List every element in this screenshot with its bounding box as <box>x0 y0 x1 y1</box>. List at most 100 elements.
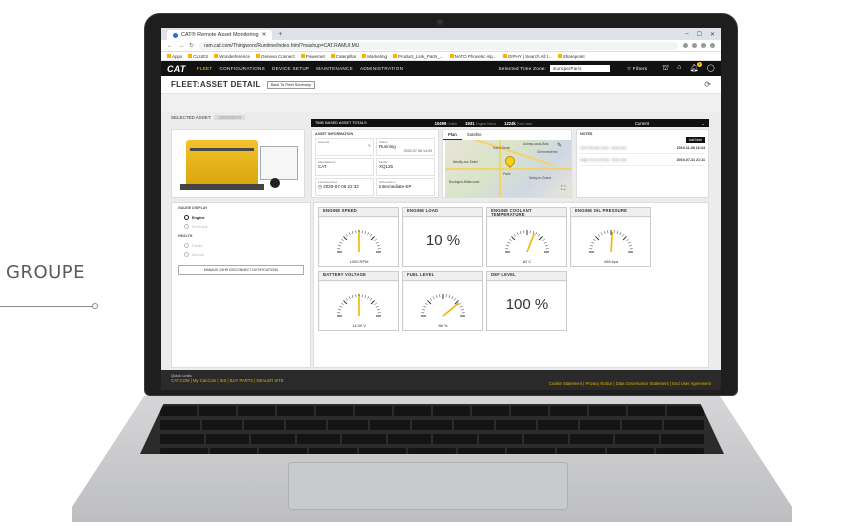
bookmarks-bar: Apps CLUES Wonderference Geneva Connect … <box>161 52 721 61</box>
bookmark-item[interactable]: Product_Link_Parts_... <box>393 54 444 59</box>
close-window-icon[interactable]: ✕ <box>710 31 715 38</box>
url-field[interactable]: ram.cat.com/Thingworx/Runtime/index.html… <box>199 41 678 50</box>
bookmark-item[interactable]: GIPHY | Search All t... <box>502 54 552 59</box>
bookmark-item[interactable]: NATO Phonetic Alp... <box>449 54 497 59</box>
gauge-value: 82 C <box>522 259 532 264</box>
bookmark-item[interactable]: Apps <box>167 54 182 59</box>
gauge-dial <box>337 230 381 253</box>
gauge-card: BATTERY VOLTAGE 14.00 V <box>318 271 399 331</box>
gauge-tick <box>364 294 367 299</box>
nav-device-setup[interactable]: DEVICE SETUP <box>272 66 309 71</box>
gauge-display-panel: GAUGE DISPLAY Engine Electrical HEALTH F… <box>171 202 311 368</box>
bookmark-item[interactable]: Caterpillar <box>330 54 356 59</box>
gauge-tick <box>341 238 344 242</box>
nav-configurations[interactable]: CONFIGURATIONS <box>220 66 265 71</box>
gauge-tick <box>337 308 342 311</box>
reload-icon[interactable]: ↻ <box>189 42 194 49</box>
bookmark-item[interactable]: Wonderference <box>214 54 250 59</box>
profile-icon[interactable] <box>710 43 715 48</box>
bell-icon[interactable]: 🔔︎ 1 <box>690 62 702 73</box>
gauge-tick <box>544 244 549 247</box>
alarms-option[interactable]: Alarms <box>172 250 310 259</box>
period-dropdown[interactable]: Current ⌄ <box>635 121 705 126</box>
gauge-tick <box>603 230 606 235</box>
engine-option[interactable]: Engine <box>172 213 310 222</box>
status-cell: Status Running 2020-07-06 14:03 <box>376 138 435 156</box>
edit-pencil-icon[interactable]: ✎ <box>557 142 562 149</box>
app-footer: Quick Links CAT.COM | My Cat.Com | SIS |… <box>161 370 721 390</box>
gauge-title: DEF LEVEL <box>487 272 566 281</box>
nav-administration[interactable]: ADMINISTRATION <box>360 66 403 71</box>
gauge-card: ENGINE OIL PRESSURE 456 kpa <box>570 207 651 267</box>
tab-plan[interactable]: Plan <box>443 130 462 140</box>
add-note-button[interactable]: Add Note <box>685 137 705 143</box>
search-icon[interactable] <box>683 43 688 48</box>
map-pin-icon[interactable] <box>502 153 518 169</box>
totals-n3: 1224k Fuel Used <box>504 120 533 126</box>
fullscreen-icon[interactable]: ⛶ <box>561 186 565 193</box>
gauge-body: 1000 RPM <box>320 218 398 266</box>
star-icon[interactable] <box>692 43 697 48</box>
nav-fleet[interactable]: FLEET <box>197 66 213 71</box>
gauge-tick <box>376 308 381 311</box>
folder-icon <box>557 54 562 59</box>
close-tab-icon[interactable]: ✕ <box>262 32 267 38</box>
forward-icon[interactable]: → <box>178 43 184 49</box>
footer-links-right[interactable]: Cookie Statement | Privacy Notice | Data… <box>549 381 711 386</box>
cat-logo[interactable]: CAT <box>167 64 186 74</box>
bookmark-item[interactable]: Sharepoint <box>557 54 585 59</box>
gauge-tick <box>343 236 348 241</box>
maximize-icon[interactable]: ☐ <box>697 31 702 38</box>
gauge-card: ENGINE LOAD 10 % <box>402 207 483 267</box>
map-view[interactable]: Saint-Denis Aulnay-sous-Bois Neuilly-sur… <box>445 140 571 197</box>
gauge-dial <box>421 294 465 317</box>
selected-asset-value[interactable]: GEN000578 <box>214 115 246 120</box>
extension-icon[interactable] <box>701 43 706 48</box>
electrical-option[interactable]: Electrical <box>172 222 310 231</box>
timezone-dropdown[interactable]: Europe/Paris <box>550 65 611 72</box>
bookmark-item[interactable]: Marketing <box>362 54 387 59</box>
back-to-fleet-button[interactable]: Back To Fleet Summary <box>266 80 315 89</box>
faults-option[interactable]: Faults <box>172 241 310 250</box>
gauge-tick <box>345 234 349 237</box>
gauge-tick <box>589 244 594 247</box>
gauge-tick <box>423 305 427 308</box>
gauge-title: ENGINE LOAD <box>403 208 482 217</box>
generator-stripe <box>190 148 254 151</box>
apps-icon <box>167 54 171 59</box>
tab-satellite[interactable]: Satellite <box>462 130 487 140</box>
edit-pencil-icon[interactable]: ✎ <box>318 144 371 148</box>
notes-card: NOTES Add Note Clint Woods (Jan) - Nota … <box>576 129 709 198</box>
manufacturer-cell: Manufacturer CAT <box>315 158 374 176</box>
bookmark-item[interactable]: Powernet <box>300 54 325 59</box>
refresh-icon[interactable]: ⟳ <box>704 80 711 89</box>
gauge-title: ENGINE OIL PRESSURE <box>571 208 650 217</box>
browser-tab[interactable]: CAT® Remote Asset Monitoring ✕ <box>167 30 273 40</box>
gauge-card: ENGINE SPEED 1000 RPM <box>318 207 399 267</box>
selected-asset: SELECTED ASSET: GEN000578 <box>171 115 246 120</box>
extension-icons <box>683 43 715 48</box>
gauge-tick <box>622 236 627 241</box>
totals-n2: 1931 Engine Hours <box>465 120 497 126</box>
asset-info-grid: Asset ID ✎ Status Running 2020-07-06 14:… <box>315 138 435 196</box>
gauge-tick <box>432 296 435 300</box>
bookmark-item[interactable]: Geneva Connect <box>255 54 295 59</box>
manage-notifications-button[interactable]: MANAGE 24HR DISCONNECT NOTIFICATIONS <box>178 265 304 275</box>
gauge-title: FUEL LEVEL <box>403 272 482 281</box>
note-row[interactable]: Sage Kovac (Feb) - Nota test 2019-07-31 … <box>580 158 705 166</box>
asset-info-title: ASSET INFORMATION <box>315 132 354 136</box>
bookmark-item[interactable]: CLUES <box>188 54 208 59</box>
note-row[interactable]: Clint Woods (Jan) - Nota test 2019-11-08… <box>580 146 705 154</box>
nav-maintenance[interactable]: MAINTENANCE <box>316 66 353 71</box>
gauge-tick <box>421 308 426 311</box>
gauge-card: DEF LEVEL 100 % <box>486 271 567 331</box>
dealer-icon[interactable]: ⛫ <box>662 64 669 73</box>
chevron-down-icon: ⌄ <box>701 120 705 126</box>
home-icon[interactable]: ⌂ <box>677 64 682 73</box>
user-icon[interactable]: ◯ <box>707 64 715 73</box>
back-icon[interactable]: ← <box>167 43 173 49</box>
new-tab-button[interactable]: + <box>278 31 282 38</box>
minimize-icon[interactable]: – <box>685 31 688 38</box>
notes-header: NOTES <box>580 132 705 136</box>
filters-button[interactable]: ▽ Filters <box>627 66 647 72</box>
